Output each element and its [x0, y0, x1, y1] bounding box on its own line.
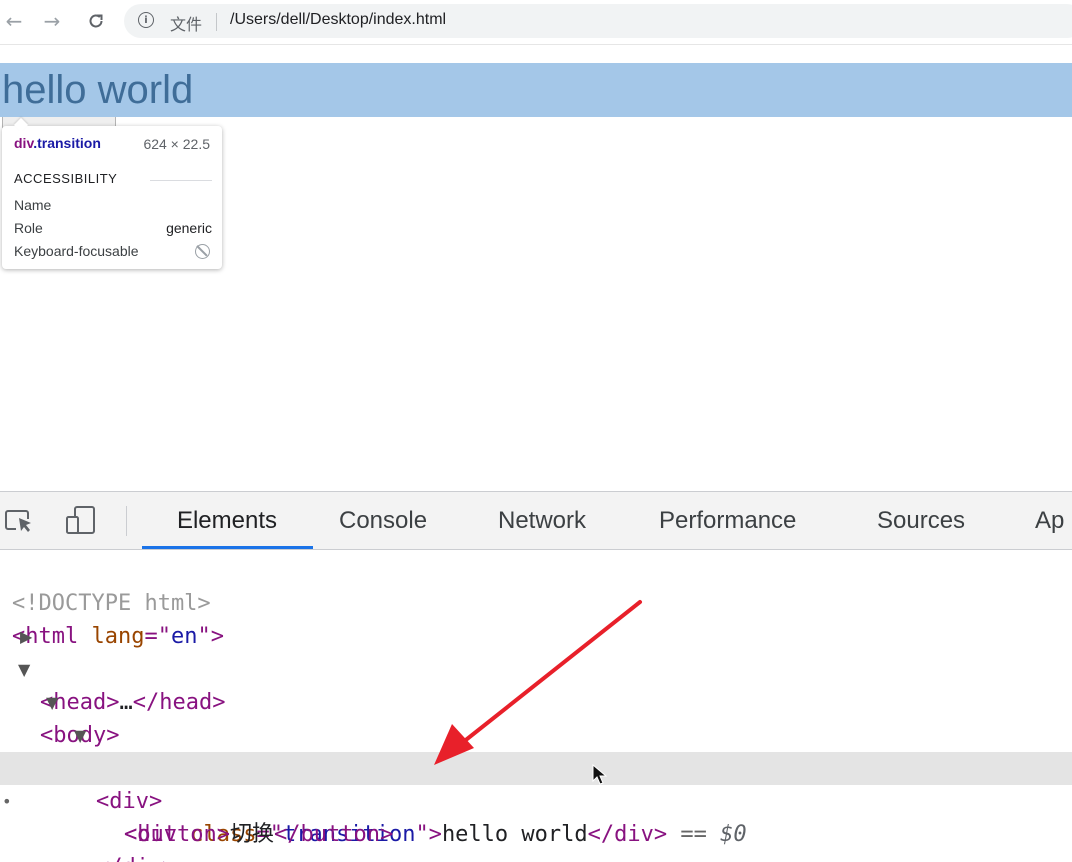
page-viewport: hello world div.transition 624 × 22.5 AC… [0, 45, 1072, 491]
address-bar[interactable]: i 文件 /Users/dell/Desktop/index.html [124, 4, 1072, 38]
tooltip-row-name: Name [14, 197, 212, 213]
tooltip-row-label: Keyboard-focusable [14, 243, 139, 259]
tooltip-section-title: ACCESSIBILITY [14, 171, 118, 186]
browser-toolbar: ← → i 文件 /Users/dell/Desktop/index.html [0, 0, 1072, 45]
active-tab-indicator [142, 546, 313, 549]
forward-button[interactable]: → [38, 8, 66, 34]
reload-icon [89, 14, 103, 28]
info-icon[interactable]: i [138, 12, 154, 28]
url-text[interactable]: /Users/dell/Desktop/index.html [230, 11, 446, 29]
dom-node-div[interactable]: ▼ <div> [0, 719, 1072, 814]
tooltip-element-class: .transition [33, 135, 101, 151]
arrow-left-icon: ← [5, 9, 23, 33]
toolbar-divider [126, 506, 127, 536]
dom-node-root[interactable]: ▼ <div id="root" data-v-app> [0, 686, 1072, 781]
inspect-element-icon[interactable] [4, 508, 36, 534]
collapse-triangle-icon[interactable]: ▼ [18, 653, 30, 686]
dom-node-selected-transition[interactable]: • <div class="transition">hello world</d… [0, 752, 1072, 847]
collapse-triangle-icon[interactable]: ▼ [74, 719, 86, 752]
tab-sources[interactable]: Sources [877, 492, 965, 549]
collapse-triangle-icon[interactable]: ▼ [46, 686, 58, 719]
tab-performance[interactable]: Performance [659, 492, 796, 549]
dom-node-body[interactable]: ▼ <body> [0, 653, 1072, 748]
tab-console[interactable]: Console [339, 492, 427, 549]
tooltip-divider [150, 180, 212, 181]
tooltip-row-keyboard-focusable: Keyboard-focusable [14, 243, 212, 259]
back-button[interactable]: ← [0, 8, 28, 34]
dom-node-button[interactable]: <button>切换</button> [0, 785, 1072, 847]
tooltip-element-size: 624 × 22.5 [143, 136, 210, 152]
tooltip-row-label: Name [14, 197, 52, 213]
dom-tree: <!DOCTYPE html> <html lang="en"> ▶ <head… [0, 550, 1072, 862]
tooltip-row-label: Role [14, 220, 43, 236]
reload-button[interactable] [82, 8, 110, 34]
inspect-tooltip: div.transition 624 × 22.5 ACCESSIBILITY … [2, 117, 222, 269]
tooltip-row-role: Role generic [14, 220, 212, 236]
file-label: 文件 [170, 15, 203, 34]
tab-application[interactable]: Ap [1035, 492, 1064, 549]
dom-node-doctype[interactable]: <!DOCTYPE html> [0, 554, 1072, 616]
address-bar-divider [216, 13, 217, 31]
tooltip-element-name: div.transition [14, 135, 101, 151]
dom-node-head[interactable]: ▶ <head>…</head> [0, 620, 1072, 715]
dom-node-html[interactable]: <html lang="en"> [0, 587, 1072, 649]
tab-network[interactable]: Network [498, 492, 586, 549]
dom-node-div-close[interactable]: </div> [0, 818, 1072, 862]
arrow-right-icon: → [43, 9, 61, 33]
tooltip-row-value: generic [166, 220, 212, 236]
mouse-cursor-icon [592, 764, 608, 785]
expand-triangle-icon[interactable]: ▶ [20, 620, 32, 653]
devtools-panel: Elements Console Network Performance Sou… [0, 491, 1072, 862]
devtools-toolbar: Elements Console Network Performance Sou… [0, 492, 1072, 550]
tab-elements[interactable]: Elements [142, 492, 312, 549]
hello-world-text: hello world [2, 68, 194, 112]
not-allowed-icon [195, 244, 210, 259]
tooltip-element-tag: div [14, 135, 34, 151]
device-toggle-icon[interactable] [64, 505, 100, 535]
